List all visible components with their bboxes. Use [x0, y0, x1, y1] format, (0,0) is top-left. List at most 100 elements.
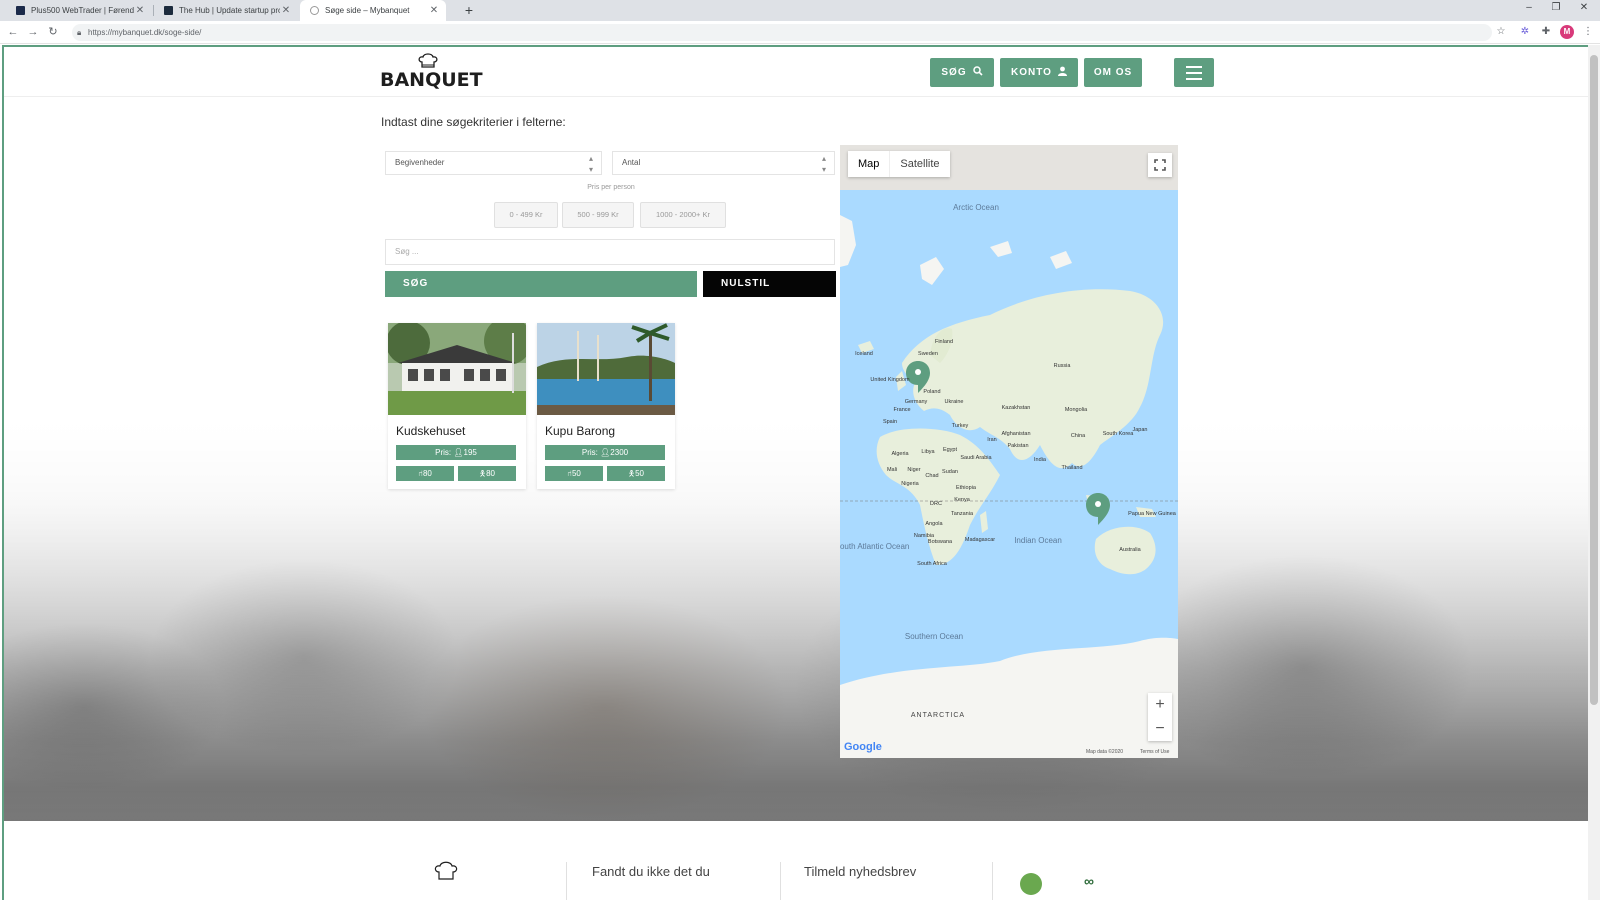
world-map[interactable]: Arctic Ocean Indian Ocean South Atlantic… — [840, 145, 1178, 758]
map-label: Poland — [923, 389, 940, 395]
nav-about-label: OM OS — [1093, 67, 1133, 78]
venue-price-value: 2300 — [610, 448, 629, 457]
map-label: Sudan — [942, 469, 958, 475]
google-logo[interactable]: Google — [844, 741, 882, 753]
new-tab-icon[interactable]: + — [460, 1, 478, 19]
nav-about-button[interactable]: OM OS — [1084, 58, 1142, 87]
venue-standing-value: 80 — [486, 469, 495, 478]
search-submit-button[interactable]: SØG — [385, 271, 697, 297]
map-label: Iran — [987, 437, 996, 443]
map-label: Nigeria — [901, 481, 919, 487]
hamburger-menu-icon[interactable] — [1174, 58, 1214, 87]
venue-card[interactable]: Kudskehuset Pris: 👤︎195 ⑁80 🯅80 — [388, 323, 526, 489]
reset-button[interactable]: NULSTIL — [703, 271, 836, 297]
event-type-select[interactable]: Begivenheder ▴ ▾ — [385, 151, 602, 175]
minimize-icon[interactable]: – — [1522, 2, 1536, 13]
price-range-button[interactable]: 500 - 999 Kr — [562, 202, 634, 228]
close-icon[interactable]: ✕ — [134, 5, 146, 16]
url-field[interactable]: 🔒︎ https://mybanquet.dk/soge-side/ — [72, 24, 1492, 41]
map-label: Germany — [905, 399, 928, 405]
map-type-satellite-button[interactable]: Satellite — [890, 151, 949, 177]
map-label: South Atlantic Ocean — [840, 542, 909, 551]
google-map[interactable]: Arctic Ocean Indian Ocean South Atlantic… — [840, 145, 1178, 758]
bookmark-star-icon[interactable]: ☆ — [1493, 24, 1509, 40]
venue-card[interactable]: Kupu Barong Pris: 👤︎2300 ⑁50 🯅50 — [537, 323, 675, 489]
restore-icon[interactable]: ❐ — [1549, 2, 1563, 13]
price-per-person-label: Pris per person — [587, 184, 635, 191]
menu-kebab-icon[interactable]: ⋮ — [1580, 24, 1596, 40]
map-label: Finland — [935, 339, 953, 345]
map-label: Russia — [1054, 363, 1072, 369]
footer-partner-logo: ∞ — [1084, 873, 1094, 889]
zoom-out-icon[interactable]: − — [1148, 717, 1172, 741]
scrollbar-thumb[interactable] — [1590, 55, 1598, 705]
venue-price-label: Pris: — [581, 448, 598, 457]
footer-badge-icon — [1020, 873, 1042, 895]
map-label: Southern Ocean — [905, 632, 963, 641]
map-label: Mali — [887, 467, 897, 473]
forward-icon[interactable]: → — [25, 24, 41, 40]
search-instruction: Indtast dine søgekriterier i felterne: — [381, 115, 566, 129]
map-label: Angola — [925, 521, 943, 527]
venue-standing-capacity: 🯅50 — [607, 466, 665, 481]
standing-person-icon: 🯅 — [628, 469, 636, 478]
profile-avatar[interactable]: M — [1560, 25, 1574, 39]
person-icon: 👤︎ — [453, 448, 464, 457]
thehub-favicon-icon — [164, 6, 173, 15]
window-close-icon[interactable]: ✕ — [1577, 2, 1591, 13]
page-scrollbar[interactable] — [1588, 45, 1600, 900]
nav-search-button[interactable]: SØG — [930, 58, 994, 87]
zoom-in-icon[interactable]: + — [1148, 693, 1172, 717]
venue-name[interactable]: Kudskehuset — [396, 424, 465, 438]
nav-account-button[interactable]: KONTO — [1000, 58, 1078, 87]
map-label: Botswana — [928, 539, 953, 545]
map-type-map-button[interactable]: Map — [848, 151, 891, 177]
venue-price-tag: Pris: 👤︎2300 — [545, 445, 665, 460]
venue-seated-capacity: ⑁50 — [545, 466, 603, 481]
map-type-toggle[interactable]: Map Satellite — [848, 151, 950, 177]
map-label: Mongolia — [1065, 407, 1088, 413]
map-label: Saudi Arabia — [960, 455, 992, 461]
site-header: BANQUET SØG KONTO OM OS — [4, 47, 1588, 97]
guest-count-select[interactable]: Antal ▴ ▾ — [612, 151, 835, 175]
standing-person-icon: 🯅 — [479, 469, 487, 478]
select-arrows-icon: ▴ ▾ — [821, 154, 826, 174]
browser-tab-active[interactable]: Søge side – Mybanquet ✕ — [300, 0, 446, 21]
map-label: France — [893, 407, 910, 413]
map-label: Tanzania — [951, 511, 974, 517]
extension-icon[interactable]: ✲ — [1517, 24, 1533, 40]
url-text: https://mybanquet.dk/soge-side/ — [88, 28, 202, 37]
search-icon — [972, 66, 983, 79]
venue-name[interactable]: Kupu Barong — [545, 424, 615, 438]
browser-tab-title: Plus500 WebTrader | Førende CF... — [31, 6, 134, 15]
footer-not-found-heading: Fandt du ikke det du — [592, 864, 710, 879]
map-terms-link[interactable]: Terms of Use — [1140, 749, 1169, 755]
price-range-button[interactable]: 0 - 499 Kr — [494, 202, 558, 228]
map-label: DRC — [930, 501, 942, 507]
plus500-favicon-icon — [16, 6, 25, 15]
mybanquet-logo[interactable]: BANQUET — [380, 53, 483, 93]
browser-tab[interactable]: Plus500 WebTrader | Førende CF... ✕ — [6, 0, 152, 21]
search-input[interactable]: Søg ... — [385, 239, 835, 265]
map-data-attribution: Map data ©2020 — [1086, 749, 1124, 755]
reload-icon[interactable]: ↻ — [45, 24, 61, 40]
map-label: Afghanistan — [1001, 431, 1030, 437]
back-icon[interactable]: ← — [5, 24, 21, 40]
venue-photo[interactable] — [388, 323, 526, 415]
close-icon[interactable]: ✕ — [280, 5, 292, 16]
map-label: Pakistan — [1007, 443, 1028, 449]
map-label: Ethiopia — [956, 485, 977, 491]
footer-newsletter-heading: Tilmeld nyhedsbrev — [804, 864, 917, 879]
puzzle-extensions-icon[interactable]: ✚ — [1538, 24, 1554, 40]
venue-photo[interactable] — [537, 323, 675, 415]
map-label: ANTARCTICA — [911, 712, 965, 719]
footer-chef-hat-icon — [432, 861, 460, 881]
close-icon[interactable]: ✕ — [428, 5, 440, 16]
price-range-button[interactable]: 1000 - 2000+ Kr — [640, 202, 726, 228]
browser-tab[interactable]: The Hub | Update startup profile ✕ — [154, 0, 298, 21]
kitchen-background-image — [4, 407, 1588, 883]
venue-standing-value: 50 — [635, 469, 644, 478]
venue-price-value: 195 — [463, 448, 477, 457]
map-label: Kenya — [954, 497, 971, 503]
fullscreen-icon[interactable] — [1148, 153, 1172, 177]
